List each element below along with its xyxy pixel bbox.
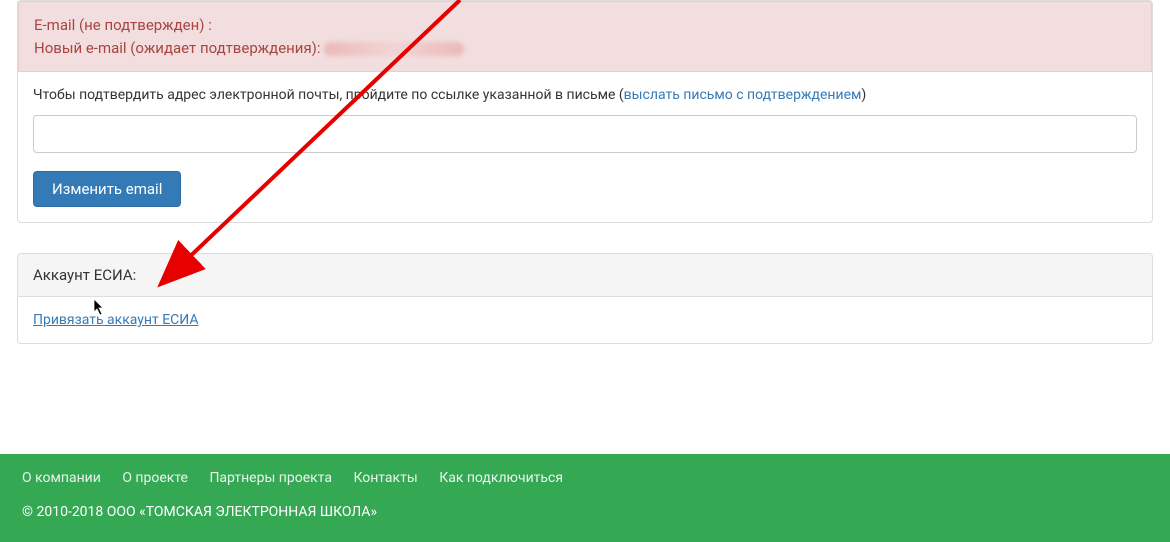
footer-link-project[interactable]: О проекте <box>122 470 188 486</box>
change-email-button[interactable]: Изменить email <box>33 171 181 207</box>
footer-link-partners[interactable]: Партнеры проекта <box>209 470 332 486</box>
footer-link-company[interactable]: О компании <box>22 470 101 486</box>
esia-heading: Аккаунт ЕСИА: <box>18 254 1152 297</box>
email-input[interactable] <box>33 115 1137 153</box>
link-esia-bind[interactable]: Привязать аккаунт ЕСИА <box>33 312 199 328</box>
footer-link-connect[interactable]: Как подключиться <box>439 470 563 486</box>
page-footer: О компании О проекте Партнеры проекта Ко… <box>0 454 1170 542</box>
footer-copyright: © 2010-2018 ООО «ТОМСКАЯ ЭЛЕКТРОННАЯ ШКО… <box>22 504 1148 520</box>
resend-confirmation-link[interactable]: выслать письмо с подтверждением <box>624 87 862 103</box>
alert-line-unconfirmed: E-mail (не подтвержден) : <box>34 14 1136 37</box>
esia-panel: Аккаунт ЕСИА: Привязать аккаунт ЕСИА <box>17 253 1153 344</box>
blurred-email-value <box>324 42 464 56</box>
alert-line-new-email: Новый e-mail (ожидает подтверждения): <box>34 37 1136 60</box>
email-alert: E-mail (не подтвержден) : Новый e-mail (… <box>18 1 1152 72</box>
footer-link-contacts[interactable]: Контакты <box>353 470 417 486</box>
confirm-instruction: Чтобы подтвердить адрес электронной почт… <box>33 87 1137 103</box>
footer-links: О компании О проекте Партнеры проекта Ко… <box>22 470 1148 486</box>
email-panel: E-mail (не подтвержден) : Новый e-mail (… <box>17 0 1153 223</box>
